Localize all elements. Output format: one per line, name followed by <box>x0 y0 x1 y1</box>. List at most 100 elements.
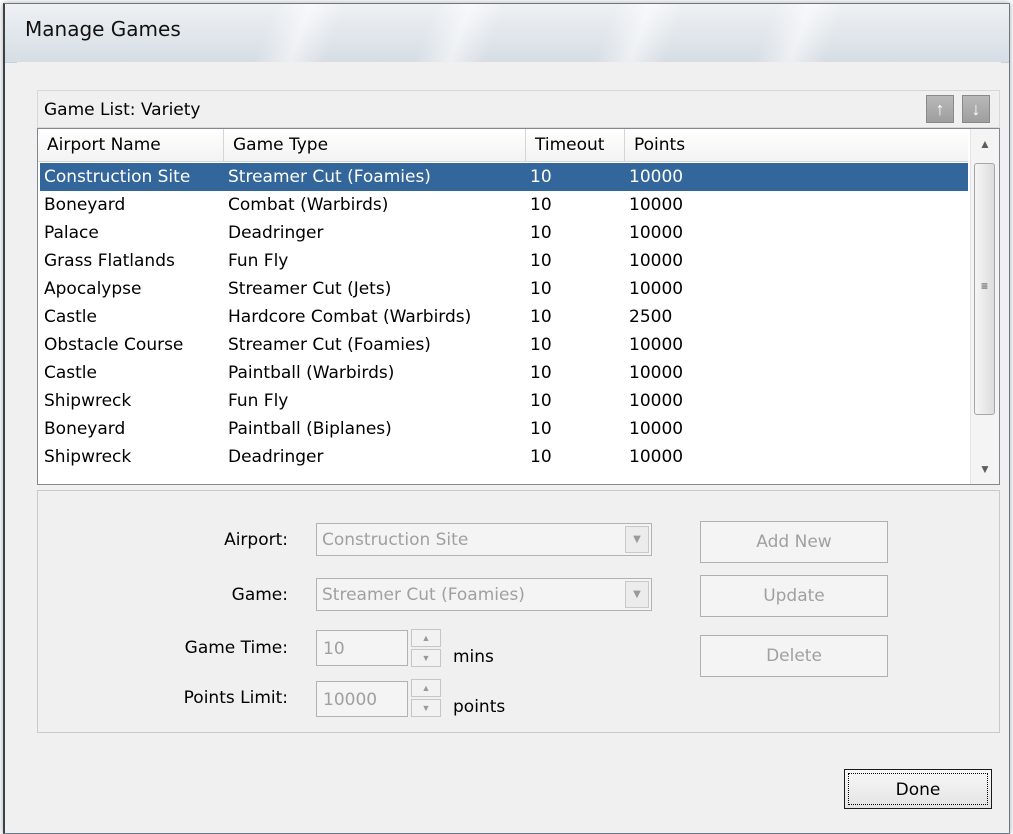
column-header-points[interactable]: Points <box>625 129 968 161</box>
move-up-button[interactable]: ↑ <box>926 95 954 123</box>
cell-timeout: 10 <box>530 307 552 327</box>
scrollbar-thumb[interactable]: ≡ <box>974 163 995 415</box>
cell-game-type: Fun Fly <box>228 391 289 411</box>
manage-games-window: Manage Games Game List: Variety ↑ ↓ Airp… <box>3 3 1010 834</box>
cell-airport-name: Boneyard <box>44 419 126 439</box>
scroll-up-icon[interactable]: ▲ <box>971 129 999 159</box>
airport-select[interactable]: Construction Site ▼ <box>316 523 652 556</box>
game-list-label: Game List: Variety <box>44 100 201 120</box>
add-new-button[interactable]: Add New <box>700 521 888 563</box>
title-bar-glass-streak <box>254 4 346 62</box>
game-select[interactable]: Streamer Cut (Foamies) ▼ <box>316 578 652 611</box>
cell-timeout: 10 <box>530 419 552 439</box>
list-header: Airport Name Game Type Timeout Points <box>38 129 968 162</box>
game-list-header: Game List: Variety ↑ ↓ <box>37 90 1000 128</box>
game-select-value: Streamer Cut (Foamies) <box>322 585 525 605</box>
cell-points: 10000 <box>629 195 684 215</box>
cell-airport-name: Obstacle Course <box>44 335 184 355</box>
update-button[interactable]: Update <box>700 575 888 617</box>
table-row[interactable]: Castle Paintball (Warbirds) 10 10000 <box>40 359 968 387</box>
done-button-label: Done <box>848 773 988 805</box>
cell-airport-name: Shipwreck <box>44 391 132 411</box>
column-header-game-type[interactable]: Game Type <box>224 129 526 161</box>
cell-points: 10000 <box>629 167 684 187</box>
cell-points: 10000 <box>629 279 684 299</box>
grip-icon: ≡ <box>980 279 988 293</box>
title-bar-glass-streak <box>414 4 506 62</box>
cell-game-type: Streamer Cut (Foamies) <box>228 167 431 187</box>
spin-down-icon[interactable]: ▼ <box>411 649 441 667</box>
game-time-label: Game Time: <box>184 638 288 658</box>
games-list-view[interactable]: Airport Name Game Type Timeout Points Co… <box>37 128 1000 485</box>
cell-game-type: Deadringer <box>228 223 324 243</box>
cell-points: 10000 <box>629 251 684 271</box>
table-row[interactable]: Castle Hardcore Combat (Warbirds) 10 2500 <box>40 303 968 331</box>
points-limit-unit: points <box>453 697 506 717</box>
spin-down-icon[interactable]: ▼ <box>411 699 441 717</box>
done-button[interactable]: Done <box>844 769 992 809</box>
cell-points: 10000 <box>629 335 684 355</box>
spin-up-icon[interactable]: ▲ <box>411 629 441 647</box>
cell-points: 10000 <box>629 223 684 243</box>
cell-points: 2500 <box>629 307 673 327</box>
vertical-scrollbar[interactable]: ▲ ≡ ▼ <box>970 129 999 484</box>
cell-game-type: Hardcore Combat (Warbirds) <box>228 307 472 327</box>
table-row[interactable]: Boneyard Combat (Warbirds) 10 10000 <box>40 191 968 219</box>
chevron-down-icon[interactable]: ▼ <box>625 526 649 553</box>
cell-airport-name: Shipwreck <box>44 447 132 467</box>
cell-timeout: 10 <box>530 363 552 383</box>
game-time-spinner[interactable]: ▲ ▼ <box>411 629 441 667</box>
table-row[interactable]: Obstacle Course Streamer Cut (Foamies) 10 1… <box>40 331 968 359</box>
list-rows: Construction Site Streamer Cut (Foamies) 1… <box>40 163 968 471</box>
dialog-client-area: Game List: Variety ↑ ↓ Airport Name Game… <box>17 62 1001 827</box>
cell-airport-name: Castle <box>44 307 97 327</box>
cell-timeout: 10 <box>530 391 552 411</box>
window-title: Manage Games <box>25 17 181 41</box>
cell-airport-name: Apocalypse <box>44 279 142 299</box>
table-row[interactable]: Apocalypse Streamer Cut (Jets) 10 10000 <box>40 275 968 303</box>
cell-game-type: Paintball (Biplanes) <box>228 419 392 439</box>
table-row[interactable]: Grass Flatlands Fun Fly 10 10000 <box>40 247 968 275</box>
scroll-down-icon[interactable]: ▼ <box>971 454 999 484</box>
cell-points: 10000 <box>629 419 684 439</box>
cell-timeout: 10 <box>530 223 552 243</box>
cell-timeout: 10 <box>530 167 552 187</box>
cell-airport-name: Castle <box>44 363 97 383</box>
cell-points: 10000 <box>629 363 684 383</box>
cell-timeout: 10 <box>530 447 552 467</box>
game-time-unit: mins <box>453 647 494 667</box>
cell-airport-name: Palace <box>44 223 99 243</box>
table-row[interactable]: Construction Site Streamer Cut (Foamies) 1… <box>40 163 968 191</box>
title-bar[interactable]: Manage Games <box>5 4 1009 63</box>
table-row[interactable]: Palace Deadringer 10 10000 <box>40 219 968 247</box>
cell-airport-name: Construction Site <box>44 167 191 187</box>
cell-game-type: Streamer Cut (Jets) <box>228 279 392 299</box>
table-row[interactable]: Shipwreck Deadringer 10 10000 <box>40 443 968 471</box>
chevron-down-icon[interactable]: ▼ <box>625 581 649 608</box>
points-limit-spinner[interactable]: ▲ ▼ <box>411 679 441 717</box>
move-down-button[interactable]: ↓ <box>962 95 990 123</box>
cell-timeout: 10 <box>530 195 552 215</box>
cell-points: 10000 <box>629 447 684 467</box>
cell-game-type: Combat (Warbirds) <box>228 195 389 215</box>
table-row[interactable]: Boneyard Paintball (Biplanes) 10 10000 <box>40 415 968 443</box>
spin-up-icon[interactable]: ▲ <box>411 679 441 697</box>
table-row[interactable]: Shipwreck Fun Fly 10 10000 <box>40 387 968 415</box>
game-label: Game: <box>231 585 288 605</box>
game-time-input[interactable]: 10 <box>316 630 408 666</box>
airport-label: Airport: <box>224 530 288 550</box>
cell-timeout: 10 <box>530 251 552 271</box>
delete-button[interactable]: Delete <box>700 635 888 677</box>
arrow-up-icon: ↑ <box>935 99 945 119</box>
points-limit-label: Points Limit: <box>183 688 288 708</box>
airport-select-value: Construction Site <box>322 530 469 550</box>
cell-airport-name: Boneyard <box>44 195 126 215</box>
cell-timeout: 10 <box>530 279 552 299</box>
game-edit-panel: Airport: Construction Site ▼ Game: Strea… <box>37 490 1000 733</box>
cell-game-type: Paintball (Warbirds) <box>228 363 395 383</box>
column-header-airport-name[interactable]: Airport Name <box>38 129 224 161</box>
cell-airport-name: Grass Flatlands <box>44 251 175 271</box>
column-header-timeout[interactable]: Timeout <box>526 129 625 161</box>
cell-game-type: Fun Fly <box>228 251 289 271</box>
points-limit-input[interactable]: 10000 <box>316 681 408 717</box>
